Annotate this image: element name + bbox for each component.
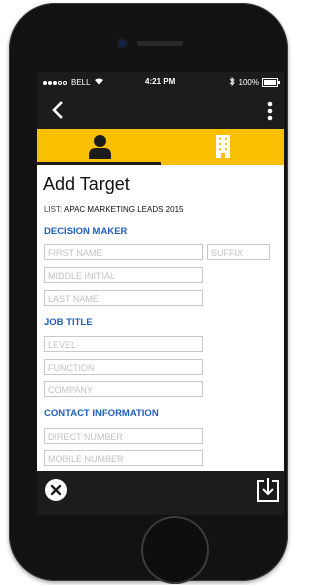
- battery-percent: 100%: [238, 78, 259, 87]
- status-time: 4:21 PM: [145, 77, 176, 86]
- home-button[interactable]: [141, 516, 209, 584]
- app-screen: BELL 4:21 PM 100% Add Target LIST: APAC …: [37, 72, 284, 515]
- person-icon: [89, 135, 111, 159]
- tab-bar: [37, 129, 284, 165]
- status-bar: BELL 4:21 PM 100%: [37, 72, 284, 92]
- vertical-dots-icon[interactable]: [265, 100, 275, 122]
- save-download-icon[interactable]: [256, 477, 280, 503]
- list-value: APAC MARKETING LEADS 2015: [64, 205, 184, 214]
- signal-dots-icon: [43, 78, 68, 87]
- close-icon[interactable]: [45, 479, 67, 501]
- section-decision-maker: DECISION MAKER: [44, 226, 128, 237]
- battery-icon: [262, 78, 280, 87]
- selected-tab-indicator: [37, 162, 161, 165]
- middle-initial-field[interactable]: [44, 267, 203, 283]
- section-job-title: JOB TITLE: [44, 317, 93, 328]
- mobile-number-field[interactable]: [44, 450, 203, 466]
- front-camera: [119, 40, 126, 47]
- page-title: Add Target: [43, 174, 130, 194]
- tab-person[interactable]: [37, 129, 161, 165]
- phone-frame: BELL 4:21 PM 100% Add Target LIST: APAC …: [9, 3, 288, 584]
- section-contact-info: CONTACT INFORMATION: [44, 408, 159, 419]
- carrier-name: BELL: [71, 77, 91, 87]
- list-info: LIST: APAC MARKETING LEADS 2015: [44, 205, 183, 214]
- list-label: LIST:: [44, 205, 63, 214]
- direct-number-field[interactable]: [44, 428, 203, 444]
- chevron-left-icon[interactable]: [48, 100, 68, 120]
- tab-company[interactable]: [161, 129, 284, 165]
- earpiece-speaker: [137, 41, 183, 46]
- nav-bar: [37, 92, 284, 129]
- company-field[interactable]: [44, 381, 203, 397]
- first-name-field[interactable]: [44, 244, 203, 260]
- building-icon: [216, 135, 230, 158]
- bottom-bar: [37, 471, 284, 515]
- bluetooth-icon: [229, 76, 235, 88]
- last-name-field[interactable]: [44, 290, 203, 306]
- battery-fill: [264, 80, 276, 85]
- suffix-field[interactable]: [207, 244, 270, 260]
- wifi-icon: [94, 77, 104, 87]
- level-field[interactable]: [44, 336, 203, 352]
- function-field[interactable]: [44, 359, 203, 375]
